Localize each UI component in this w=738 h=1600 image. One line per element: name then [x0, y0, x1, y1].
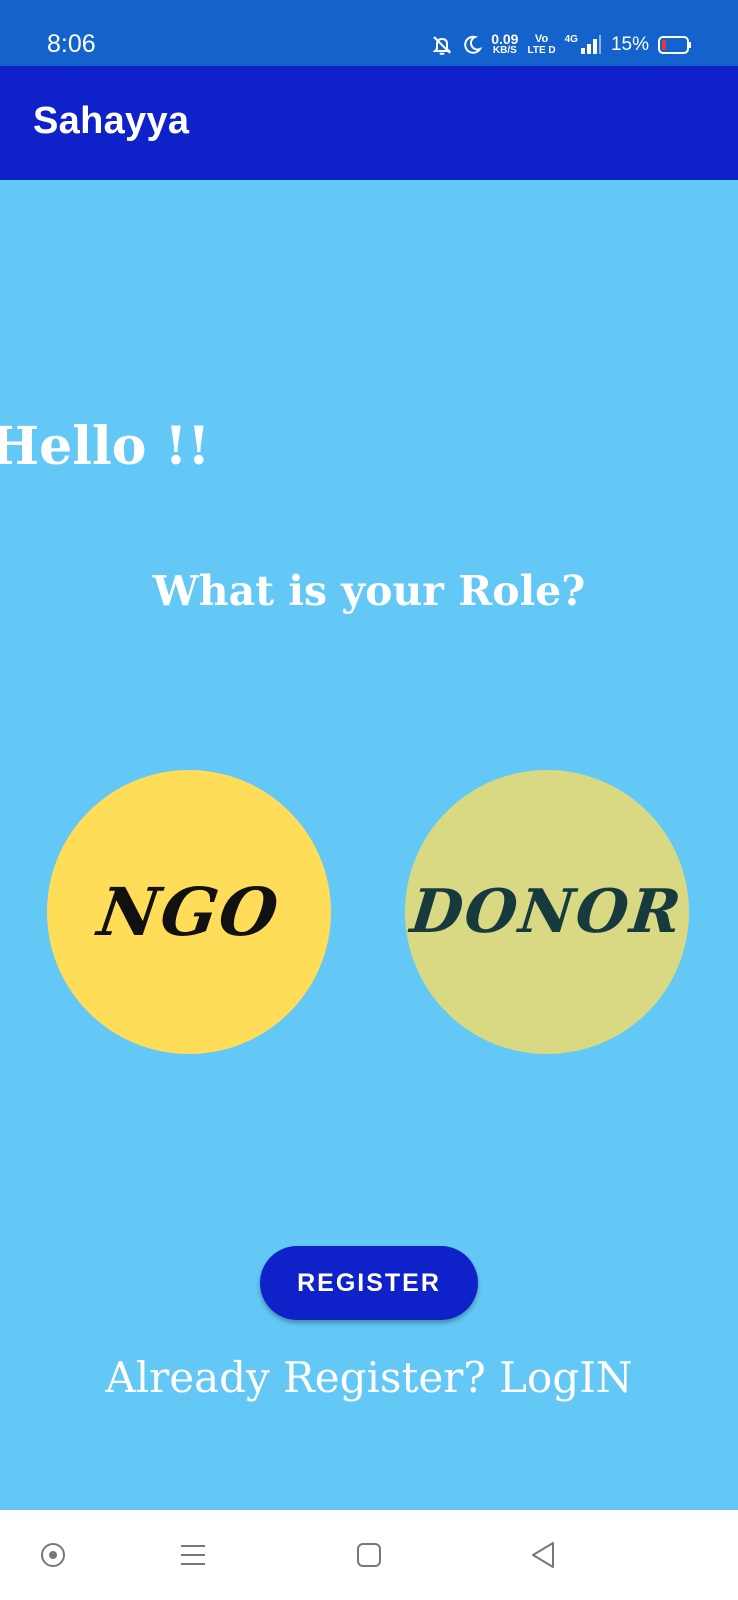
mute-bell-icon [431, 34, 453, 56]
system-nav-bar [0, 1510, 738, 1600]
donor-label: DONOR [407, 877, 687, 947]
login-link[interactable]: Already Register? LogIN [0, 1353, 738, 1402]
volte-top: Vo [534, 33, 549, 45]
role-question: What is your Role? [152, 567, 586, 615]
status-bar: 8:06 0.09 KB/S Vo LTE D 4G 15% [0, 0, 738, 66]
volte-indicator: Vo LTE D [527, 33, 556, 57]
network-type: 4G [564, 34, 578, 45]
home-square-icon[interactable] [344, 1530, 394, 1580]
donor-role-button[interactable]: DONOR [405, 770, 689, 1054]
greeting-text: Hello !! [0, 416, 211, 477]
app-title: Sahayya [33, 100, 190, 142]
battery-icon [658, 35, 692, 55]
main-content: Hello !! What is your Role? NGO DONOR RE… [0, 180, 738, 1510]
net-speed-unit: KB/S [492, 45, 517, 56]
volte-bottom: LTE D [527, 45, 556, 56]
ngo-label: NGO [93, 873, 285, 951]
register-button[interactable]: REGISTER [260, 1246, 478, 1320]
app-bar: Sahayya [0, 66, 738, 180]
ngo-role-button[interactable]: NGO [47, 770, 331, 1054]
battery-percent: 15% [610, 34, 649, 55]
signal-icon: 4G [565, 34, 602, 56]
back-triangle-icon[interactable] [518, 1530, 568, 1580]
moon-icon [462, 35, 483, 55]
menu-icon[interactable] [168, 1530, 218, 1580]
status-time: 8:06 [47, 30, 96, 58]
assistant-icon[interactable] [28, 1530, 78, 1580]
net-speed-value: 0.09 [491, 31, 519, 47]
status-icons: 0.09 KB/S Vo LTE D 4G 15% [431, 30, 692, 60]
net-speed: 0.09 KB/S [491, 31, 519, 56]
